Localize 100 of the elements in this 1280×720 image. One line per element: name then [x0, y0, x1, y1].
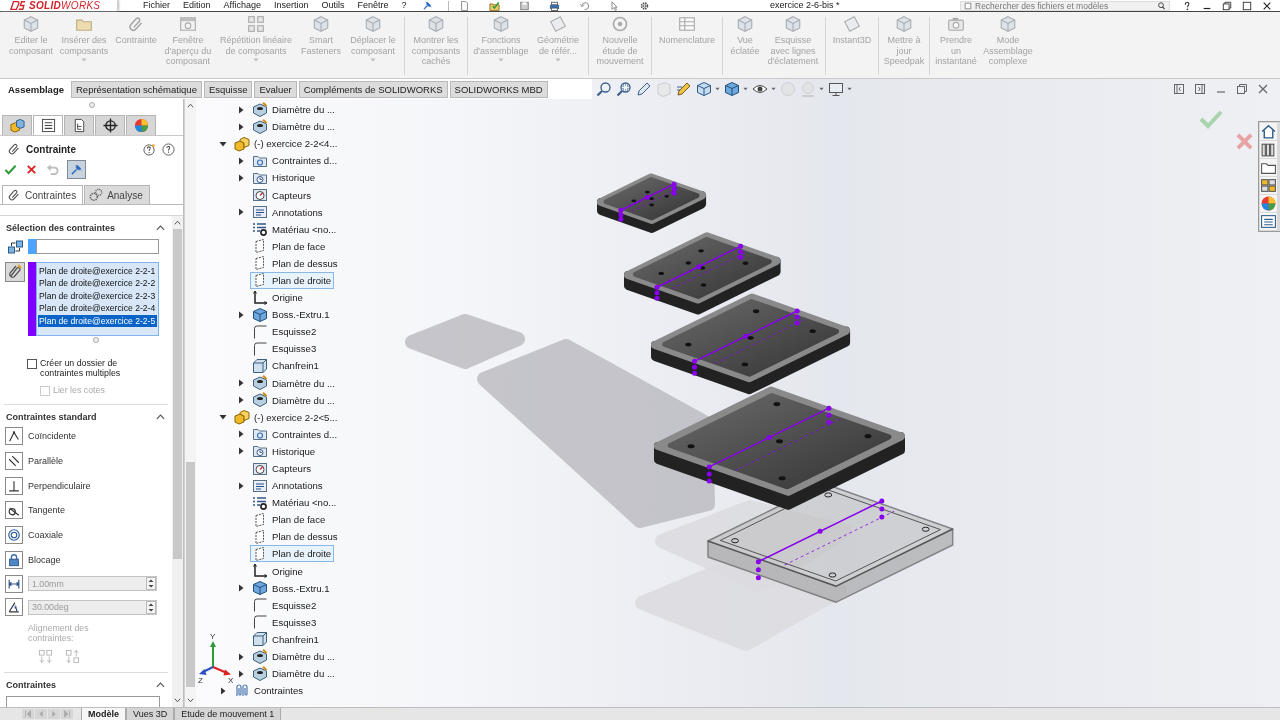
menu-item[interactable]: Edition	[183, 0, 211, 11]
mate-line[interactable]	[618, 181, 680, 222]
close-icon[interactable]	[1262, 0, 1272, 11]
folder-check-icon[interactable]	[488, 0, 500, 11]
pin-button[interactable]	[67, 159, 86, 179]
tree-item[interactable]: Plan de droite	[250, 545, 335, 563]
expand-arrow-icon[interactable]	[237, 669, 245, 678]
tree-item[interactable]: Boss.-Extru.1	[250, 579, 333, 597]
expand-arrow-icon[interactable]	[237, 156, 245, 165]
command-tab[interactable]: Compléments de SOLIDWORKS	[298, 80, 448, 98]
mate-type-button[interactable]: Coïncidente	[0, 424, 160, 449]
tree-item[interactable]: Plan de dessus	[250, 254, 341, 272]
list-icon[interactable]	[1260, 213, 1277, 230]
tree-item[interactable]: Plan de face	[250, 237, 329, 255]
pencil-icon[interactable]	[676, 81, 692, 97]
panel-tab[interactable]: Analyse	[84, 185, 150, 204]
cursor-icon[interactable]	[608, 0, 620, 11]
tree-item[interactable]: Capteurs	[250, 186, 314, 204]
expand-arrow-icon[interactable]	[237, 652, 245, 661]
manager-tab[interactable]	[64, 115, 94, 135]
expand-arrow-icon[interactable]	[237, 430, 245, 439]
restore-icon[interactable]	[1222, 0, 1232, 11]
menu-item[interactable]: ?	[401, 0, 407, 11]
pin-icon[interactable]	[422, 1, 432, 10]
caret-icon[interactable]	[847, 87, 852, 91]
gear-icon[interactable]	[638, 0, 650, 11]
tree-item[interactable]: Chanfrein1	[250, 630, 322, 648]
expand-arrow-icon[interactable]	[237, 173, 245, 182]
scroll-thumb[interactable]	[173, 229, 182, 559]
list-item[interactable]: Plan de droite@exercice 2-2-2	[38, 277, 157, 290]
save-icon[interactable]	[518, 0, 530, 11]
books-icon[interactable]	[1260, 141, 1277, 158]
plate-drawing[interactable]	[624, 232, 781, 315]
help-icon[interactable]	[1182, 0, 1192, 11]
tree-item[interactable]: Origine	[250, 289, 306, 307]
command-tab[interactable]: SOLIDWORKS MBD	[449, 80, 548, 98]
printer-icon[interactable]	[548, 0, 560, 11]
help-icon[interactable]	[162, 142, 175, 156]
tree-item[interactable]: Diamètre du ...	[250, 648, 338, 666]
list-item[interactable]: Plan de droite@exercice 2-2-4	[38, 302, 157, 315]
grip-icon[interactable]	[93, 337, 99, 343]
maximize-icon[interactable]	[1242, 0, 1252, 11]
command-tab[interactable]: Représentation schématique	[71, 80, 202, 98]
tree-item[interactable]: Esquisse2	[250, 596, 320, 614]
expand-arrow-icon[interactable]	[237, 584, 245, 593]
menu-item[interactable]: Fenêtre	[357, 0, 389, 11]
tree-item[interactable]: Plan de face	[250, 511, 329, 529]
undo-icon[interactable]	[578, 0, 590, 11]
checkbox[interactable]	[27, 359, 37, 369]
grip-icon[interactable]	[88, 102, 95, 108]
grid-icon[interactable]	[1260, 177, 1277, 194]
tree-item[interactable]: Historique	[250, 442, 319, 460]
chevron-up-icon[interactable]	[174, 220, 181, 225]
list-item[interactable]: Plan de droite@exercice 2-2-3	[38, 289, 157, 303]
check-icon[interactable]	[4, 162, 17, 176]
tree-item[interactable]: Capteurs	[250, 460, 314, 477]
expand-arrow-icon[interactable]	[237, 379, 245, 388]
monitor-icon[interactable]	[828, 81, 844, 97]
bottom-tab[interactable]: Vues 3D	[126, 708, 175, 720]
mate-type-button[interactable]: Parallèle	[0, 448, 160, 474]
caret-icon[interactable]	[743, 87, 748, 91]
mate-type-button[interactable]: Coaxiale	[0, 522, 160, 548]
plate-drawing[interactable]	[597, 173, 707, 233]
input-field[interactable]	[36, 239, 159, 254]
chevron-up-icon[interactable]	[187, 103, 194, 108]
expand-arrow-icon[interactable]	[237, 310, 245, 319]
expand-arrow-icon[interactable]	[237, 122, 245, 131]
scrollbar[interactable]	[184, 99, 196, 707]
tree-item[interactable]: Matériau <no...	[250, 220, 340, 238]
command-tab[interactable]: Evaluer	[254, 80, 297, 98]
tree-item[interactable]: Annotations	[250, 477, 326, 495]
tree-item[interactable]: Diamètre du ...	[250, 118, 338, 136]
cube-icon[interactable]	[696, 81, 712, 97]
tree-item[interactable]: Esquisse3	[250, 613, 320, 631]
home-icon[interactable]	[1260, 123, 1277, 140]
caret-icon[interactable]	[819, 87, 824, 91]
mate-selection-icon[interactable]	[5, 262, 25, 282]
mate-type-button[interactable]: Tangente	[0, 498, 160, 523]
mate-type-button[interactable]: Perpendiculaire	[0, 473, 160, 499]
link-arrows-icon[interactable]	[7, 238, 24, 255]
menu-item[interactable]: Outils	[321, 0, 345, 11]
tree-item[interactable]: Chanfrein1	[250, 357, 322, 375]
expand-arrow-icon[interactable]	[219, 413, 227, 422]
tree-item[interactable]: Boss.-Extru.1	[250, 306, 333, 324]
tree-item[interactable]: Annotations	[250, 203, 326, 221]
expand-arrow-icon[interactable]	[219, 139, 227, 148]
plate-drawing[interactable]	[654, 386, 905, 510]
mate-line[interactable]	[692, 308, 806, 376]
help-icon[interactable]	[143, 142, 156, 156]
tree-item[interactable]: Contraintes	[232, 682, 307, 700]
restore-icon[interactable]	[1236, 83, 1248, 95]
panel-left-icon[interactable]	[1173, 83, 1185, 95]
cube-icon[interactable]	[724, 81, 740, 97]
tree-item[interactable]: Plan de droite	[250, 272, 335, 289]
expand-arrow-icon[interactable]	[237, 208, 245, 217]
mate-type-button[interactable]: Blocage	[0, 547, 160, 573]
tree-item[interactable]: Esquisse2	[250, 323, 320, 341]
manager-tab[interactable]	[33, 115, 63, 135]
panel-right-icon[interactable]	[1194, 83, 1206, 95]
color-wheel-icon[interactable]	[1260, 195, 1277, 212]
